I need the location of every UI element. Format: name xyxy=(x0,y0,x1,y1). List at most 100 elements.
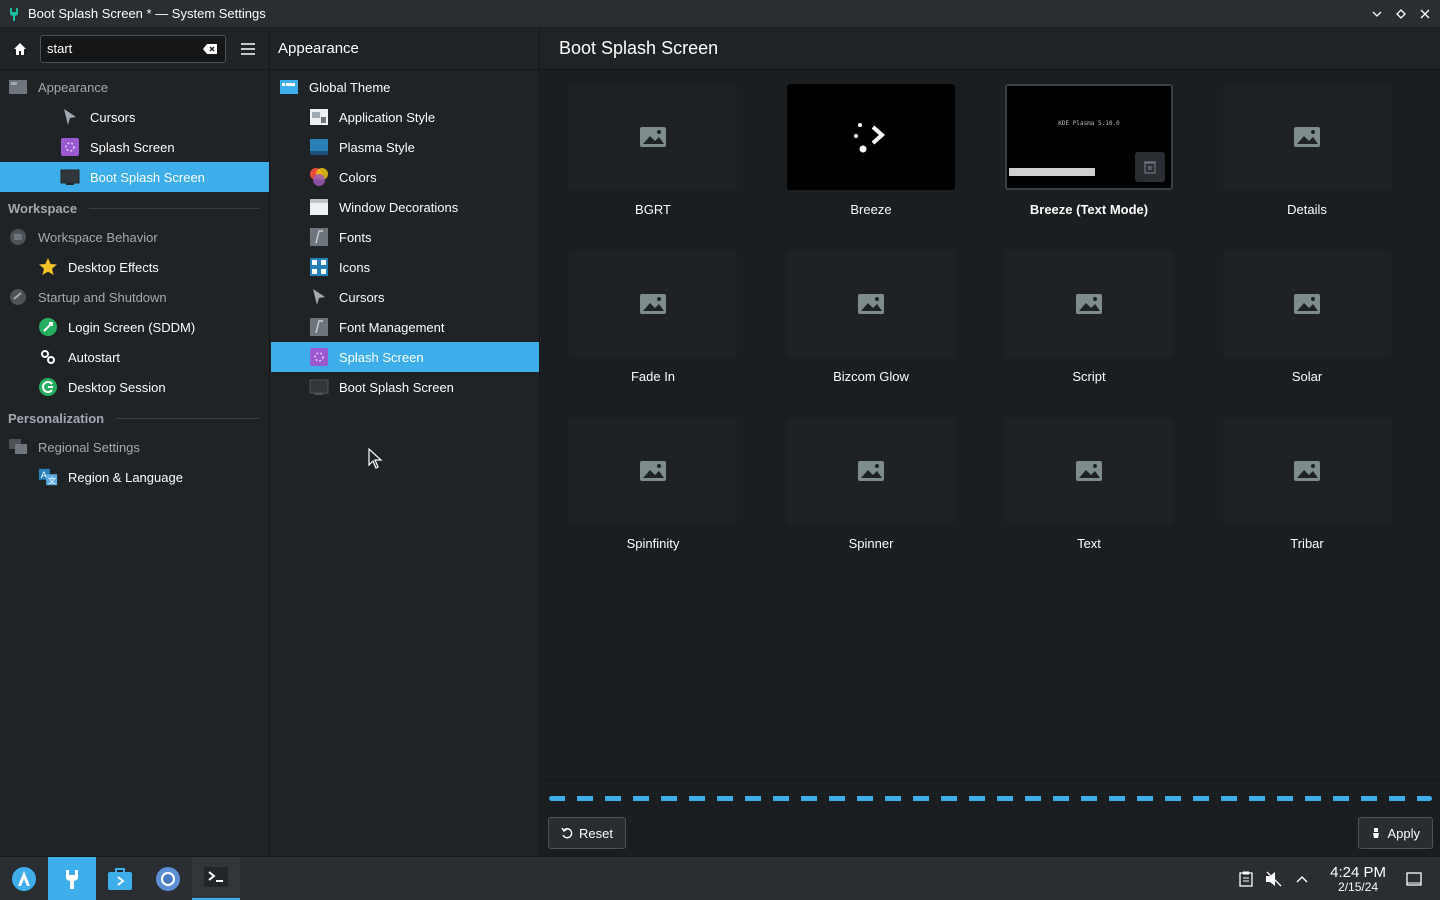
sidebar-item-workspace-behavior[interactable]: Workspace Behavior xyxy=(0,222,269,252)
discover-icon xyxy=(108,867,132,890)
mid-item-application-style[interactable]: Application Style xyxy=(271,102,539,132)
image-placeholder-icon xyxy=(787,251,955,357)
theme-tile[interactable]: Spinfinity xyxy=(565,418,741,578)
system-tray: 4:24 PM 2/15/24 xyxy=(1232,857,1440,900)
theme-tile[interactable]: Fade In xyxy=(565,251,741,411)
global-theme-icon xyxy=(279,77,299,97)
icons-icon xyxy=(309,257,329,277)
task-browser[interactable] xyxy=(144,857,192,900)
mid-item-splash-screen[interactable]: Splash Screen xyxy=(271,342,539,372)
sidebar-item-appearance[interactable]: Appearance xyxy=(0,72,269,102)
theme-tile[interactable]: Script xyxy=(1001,251,1177,411)
close-button[interactable] xyxy=(1416,4,1434,24)
mid-item-icons[interactable]: Icons xyxy=(271,252,539,282)
mid-item-colors[interactable]: Colors xyxy=(271,162,539,192)
chevron-up-icon[interactable] xyxy=(1288,857,1316,900)
window-title: Boot Splash Screen * — System Settings xyxy=(28,6,266,21)
image-placeholder-icon xyxy=(569,418,737,524)
sidebar-item-cursors[interactable]: Cursors xyxy=(0,102,269,132)
main-content: Boot Splash Screen BGRT Breeze KDE Plasm… xyxy=(541,28,1440,856)
sidebar-item-label: Desktop Effects xyxy=(68,259,159,275)
image-placeholder-icon xyxy=(1005,251,1173,357)
sidebar-item-label: Region & Language xyxy=(68,469,183,485)
image-placeholder-icon xyxy=(569,84,737,190)
sidebar-item-label: Workspace Behavior xyxy=(38,229,158,245)
theme-tile[interactable]: Solar xyxy=(1219,251,1395,411)
theme-label: Breeze xyxy=(850,202,892,217)
mid-item-window-decorations[interactable]: Window Decorations xyxy=(271,192,539,222)
mid-item-cursors[interactable]: Cursors xyxy=(271,282,539,312)
image-placeholder-icon xyxy=(787,418,955,524)
clipboard-icon[interactable] xyxy=(1232,857,1260,900)
theme-tile[interactable]: BGRT xyxy=(565,84,741,244)
sidebar-item-boot-splash-screen[interactable]: Boot Splash Screen xyxy=(0,162,269,192)
show-desktop-icon[interactable] xyxy=(1400,857,1428,900)
mid-item-plasma-style[interactable]: Plasma Style xyxy=(271,132,539,162)
hamburger-menu-button[interactable] xyxy=(234,35,262,63)
mouse-pointer-icon xyxy=(368,447,384,473)
theme-label: Script xyxy=(1072,369,1106,384)
clear-search-icon[interactable] xyxy=(201,42,219,56)
reset-label: Reset xyxy=(579,825,613,841)
sidebar-item-login-screen[interactable]: Login Screen (SDDM) xyxy=(0,312,269,342)
image-placeholder-icon xyxy=(569,251,737,357)
star-icon xyxy=(38,257,58,277)
sidebar-item-splash-screen[interactable]: Splash Screen xyxy=(0,132,269,162)
theme-tile[interactable]: Bizcom Glow xyxy=(783,251,959,411)
theme-tile-selected[interactable]: KDE Plasma 5.10.0 Breeze (Text Mode) xyxy=(1001,84,1177,244)
mid-item-global-theme[interactable]: Global Theme xyxy=(271,72,539,102)
launcher-icon xyxy=(12,866,36,891)
task-discover[interactable] xyxy=(96,857,144,900)
minimize-button[interactable] xyxy=(1368,4,1386,24)
theme-tile[interactable]: Spinner xyxy=(783,418,959,578)
theme-tile[interactable]: Details xyxy=(1219,84,1395,244)
svg-text:文: 文 xyxy=(48,475,56,485)
section-header-personalization: Personalization xyxy=(0,404,269,432)
home-button[interactable] xyxy=(6,35,34,63)
mid-item-fonts[interactable]: Fonts xyxy=(271,222,539,252)
theme-tile[interactable]: Breeze xyxy=(783,84,959,244)
theme-tile[interactable]: Tribar xyxy=(1219,418,1395,578)
maximize-button[interactable] xyxy=(1392,4,1410,24)
search-field[interactable] xyxy=(40,34,226,63)
preview-text: KDE Plasma 5.10.0 xyxy=(1058,120,1120,127)
plasma-style-icon xyxy=(309,137,329,157)
mid-item-font-management[interactable]: Font Management xyxy=(271,312,539,342)
section-header-workspace: Workspace xyxy=(0,194,269,222)
theme-tile[interactable]: Text xyxy=(1001,418,1177,578)
mid-item-boot-splash-screen[interactable]: Boot Splash Screen xyxy=(271,372,539,402)
theme-label: Breeze (Text Mode) xyxy=(1029,202,1149,217)
uninstall-button[interactable] xyxy=(1135,152,1165,182)
sidebar-item-autostart[interactable]: Autostart xyxy=(0,342,269,372)
undo-icon xyxy=(561,827,573,839)
terminal-icon xyxy=(204,867,228,887)
login-screen-icon xyxy=(38,317,58,337)
sidebar-item-regional-settings[interactable]: Regional Settings xyxy=(0,432,269,462)
sidebar-item-desktop-session[interactable]: Desktop Session xyxy=(0,372,269,402)
apply-button[interactable]: Apply xyxy=(1358,817,1433,849)
footer-separator xyxy=(541,780,1440,781)
sidebar-item-label: Cursors xyxy=(90,109,136,125)
clock[interactable]: 4:24 PM 2/15/24 xyxy=(1330,865,1386,893)
volume-muted-icon[interactable] xyxy=(1260,857,1288,900)
sidebar-item-startup-shutdown[interactable]: Startup and Shutdown xyxy=(0,282,269,312)
page-title: Boot Splash Screen xyxy=(541,28,1440,70)
cursor-icon xyxy=(60,107,80,127)
theme-label: Bizcom Glow xyxy=(833,369,909,384)
title-bar: Boot Splash Screen * — System Settings xyxy=(0,0,1440,28)
reset-button[interactable]: Reset xyxy=(548,817,626,849)
sidebar-item-label: Startup and Shutdown xyxy=(38,289,167,305)
monitor-icon xyxy=(60,167,80,187)
app-launcher-button[interactable] xyxy=(0,857,48,900)
cursor-icon xyxy=(309,287,329,307)
task-konsole[interactable] xyxy=(192,856,240,900)
search-input[interactable] xyxy=(47,41,197,56)
colors-icon xyxy=(309,167,329,187)
window-decorations-icon xyxy=(309,197,329,217)
sidebar-item-label: Appearance xyxy=(38,79,109,95)
sidebar-item-region-language[interactable]: A文 Region & Language xyxy=(0,462,269,492)
sidebar-item-desktop-effects[interactable]: Desktop Effects xyxy=(0,252,269,282)
theme-label: Solar xyxy=(1291,369,1323,384)
fonts-icon xyxy=(309,227,329,247)
task-system-settings[interactable] xyxy=(48,856,96,900)
